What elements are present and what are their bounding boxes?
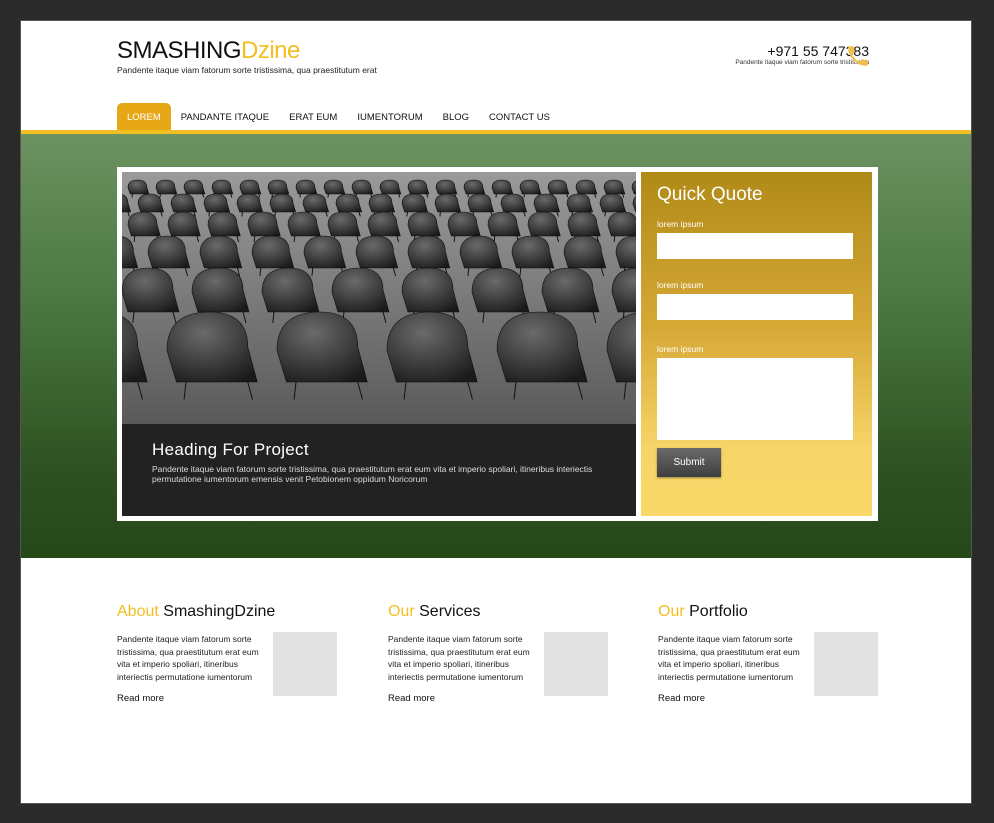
logo-title: SMASHINGDzine [117, 37, 377, 65]
logo[interactable]: SMASHINGDzine Pandente itaque viam fator… [117, 37, 377, 75]
tagline: Pandente itaque viam fatorum sorte trist… [117, 65, 377, 75]
field-label-1: lorem ipsum [657, 219, 704, 229]
portfolio-read-more[interactable]: Read more [658, 693, 705, 704]
about-text: Pandente itaque viam fatorum sorte trist… [117, 634, 259, 682]
hero-section: Heading For Project Pandente itaque viam… [21, 134, 971, 558]
services-thumbnail [544, 632, 608, 696]
portfolio-text: Pandente itaque viam fatorum sorte trist… [658, 634, 800, 682]
services-title-highlight: Our [388, 603, 415, 620]
nav-item-iumentorum[interactable]: IUMENTORUM [347, 105, 432, 131]
portfolio-title-rest: Portfolio [689, 603, 748, 620]
services-text: Pandente itaque viam fatorum sorte trist… [388, 634, 530, 682]
field-label-3: lorem ipsum [657, 344, 704, 354]
quote-textarea[interactable] [657, 358, 853, 440]
about-column: About SmashingDzine Pandente itaque viam… [117, 603, 337, 704]
quote-input-1[interactable] [657, 233, 853, 259]
hero-caption: Heading For Project Pandente itaque viam… [122, 424, 636, 516]
quote-title: Quick Quote [657, 184, 763, 205]
phone-icon [848, 46, 868, 66]
nav-item-blog[interactable]: BLOG [433, 105, 479, 131]
services-title: Our Services [388, 603, 608, 621]
quote-input-2[interactable] [657, 294, 853, 320]
quick-quote-form: Quick Quote lorem ipsum lorem ipsum lore… [641, 172, 872, 516]
chairs-photo [122, 172, 636, 424]
portfolio-title: Our Portfolio [658, 603, 878, 621]
submit-button[interactable]: Submit [657, 448, 721, 477]
hero-image [122, 172, 636, 424]
about-title-rest: SmashingDzine [163, 603, 276, 620]
nav-item-contact-us[interactable]: CONTACT US [479, 105, 560, 131]
caption-title: Heading For Project [152, 440, 309, 459]
services-read-more[interactable]: Read more [388, 693, 435, 704]
about-title-highlight: About [117, 603, 159, 620]
page: SMASHINGDzine Pandente itaque viam fator… [20, 20, 972, 804]
nav-item-erat-eum[interactable]: ERAT EUM [279, 105, 347, 131]
main-nav: LOREM PANDANTE ITAQUE ERAT EUM IUMENTORU… [117, 103, 560, 131]
nav-item-pandante-itaque[interactable]: PANDANTE ITAQUE [171, 105, 279, 131]
logo-primary: SMASHING [117, 37, 242, 64]
about-title: About SmashingDzine [117, 603, 337, 621]
services-column: Our Services Pandente itaque viam fatoru… [388, 603, 608, 704]
portfolio-thumbnail [814, 632, 878, 696]
field-label-2: lorem ipsum [657, 280, 704, 290]
hero-frame: Heading For Project Pandente itaque viam… [117, 167, 878, 521]
caption-text: Pandente itaque viam fatorum sorte trist… [152, 464, 593, 484]
portfolio-title-highlight: Our [658, 603, 685, 620]
chair-shape [607, 211, 636, 237]
logo-accent: Dzine [241, 37, 300, 64]
portfolio-column: Our Portfolio Pandente itaque viam fator… [658, 603, 878, 704]
about-thumbnail [273, 632, 337, 696]
about-read-more[interactable]: Read more [117, 693, 164, 704]
nav-item-lorem[interactable]: LOREM [117, 103, 171, 131]
services-title-rest: Services [419, 603, 481, 620]
